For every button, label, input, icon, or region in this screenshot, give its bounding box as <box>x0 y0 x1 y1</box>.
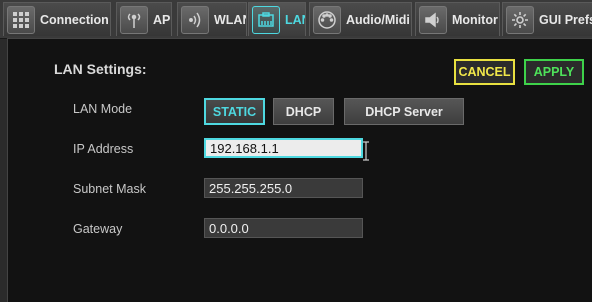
subnet-mask-input[interactable] <box>204 178 363 198</box>
speaker-icon <box>419 5 447 34</box>
tab-label: WLAN <box>214 12 246 27</box>
tab-label: LAN <box>285 12 305 27</box>
gear-icon <box>506 5 534 34</box>
antenna-icon <box>120 5 148 34</box>
subnet-mask-label: Subnet Mask <box>73 182 146 196</box>
text-cursor-icon <box>362 140 369 162</box>
tab-bar: Connection AP WLAN <box>0 0 592 39</box>
midi-icon <box>313 5 341 34</box>
tab-connection[interactable]: Connection <box>3 2 111 36</box>
grid-icon <box>7 5 35 34</box>
lan-mode-label: LAN Mode <box>73 102 133 116</box>
gateway-label: Gateway <box>73 222 123 236</box>
wifi-icon <box>181 5 209 34</box>
tab-ap[interactable]: AP <box>116 2 172 36</box>
ethernet-icon <box>252 5 280 34</box>
lan-settings-panel: LAN Settings: CANCEL APPLY LAN Mode STAT… <box>7 38 592 302</box>
tab-gui-prefs[interactable]: GUI Prefs <box>502 2 592 36</box>
cancel-button[interactable]: CANCEL <box>454 59 515 85</box>
static-mode-button[interactable]: STATIC <box>204 98 265 125</box>
tab-label: Monitor <box>452 12 498 27</box>
section-title: LAN Settings: <box>54 61 147 77</box>
tab-lan[interactable]: LAN <box>248 2 306 36</box>
tab-audio-midi[interactable]: Audio/Midi <box>309 2 412 36</box>
tab-wlan[interactable]: WLAN <box>177 2 247 36</box>
tab-label: Connection <box>40 12 109 27</box>
tab-monitor[interactable]: Monitor <box>415 2 500 36</box>
ip-address-label: IP Address <box>73 142 134 156</box>
tab-label: AP <box>153 12 171 27</box>
ip-address-input[interactable] <box>204 138 363 158</box>
dhcp-mode-button[interactable]: DHCP <box>273 98 334 125</box>
tab-label: GUI Prefs <box>539 12 592 27</box>
apply-button[interactable]: APPLY <box>524 59 584 85</box>
gateway-input[interactable] <box>204 218 363 238</box>
tab-label: Audio/Midi <box>346 12 410 27</box>
dhcp-server-mode-button[interactable]: DHCP Server <box>344 98 464 125</box>
